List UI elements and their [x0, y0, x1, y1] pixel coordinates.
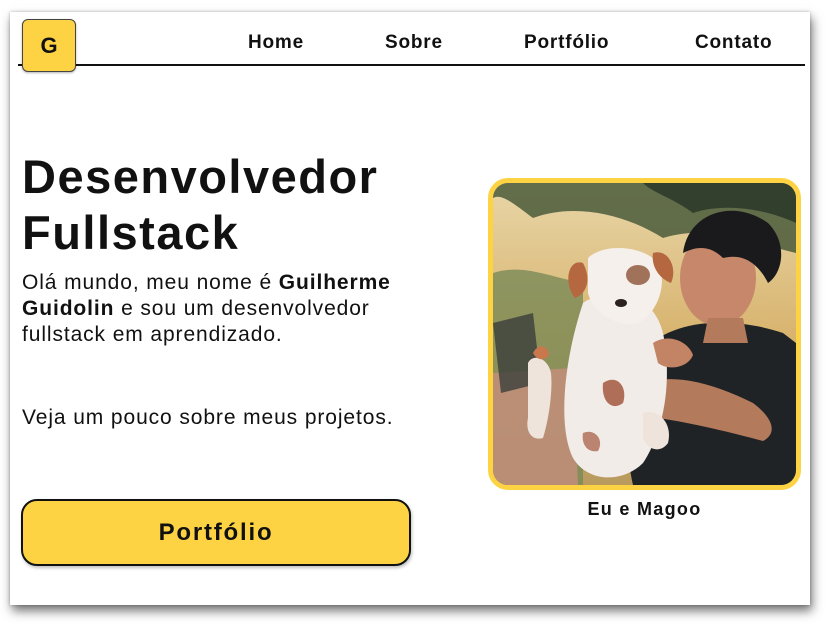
- nav-contato-link[interactable]: Contato: [695, 32, 772, 54]
- page-card: G Home Sobre Portfólio Contato Desenvolv…: [10, 12, 810, 605]
- hero-title-line1: Desenvolvedor: [22, 150, 379, 203]
- site-header: G Home Sobre Portfólio Contato: [18, 12, 805, 72]
- photo-illustration: [493, 183, 796, 485]
- nav-portfolio-link[interactable]: Portfólio: [524, 32, 609, 54]
- hero-intro-projects: Veja um pouco sobre meus projetos.: [22, 406, 394, 429]
- hero-title: Desenvolvedor Fullstack: [22, 149, 378, 261]
- hero-title-line2: Fullstack: [22, 206, 240, 259]
- profile-photo: [488, 178, 801, 490]
- hero-intro-start: Olá mundo, meu nome é: [22, 271, 279, 294]
- logo[interactable]: G: [22, 19, 76, 72]
- portfolio-button[interactable]: Portfólio: [21, 499, 411, 566]
- hero-intro: Olá mundo, meu nome é Guilherme Guidolin…: [22, 270, 402, 348]
- nav-home-link[interactable]: Home: [248, 32, 304, 54]
- photo-caption: Eu e Magoo: [587, 499, 702, 519]
- nav-sobre-link[interactable]: Sobre: [385, 32, 443, 54]
